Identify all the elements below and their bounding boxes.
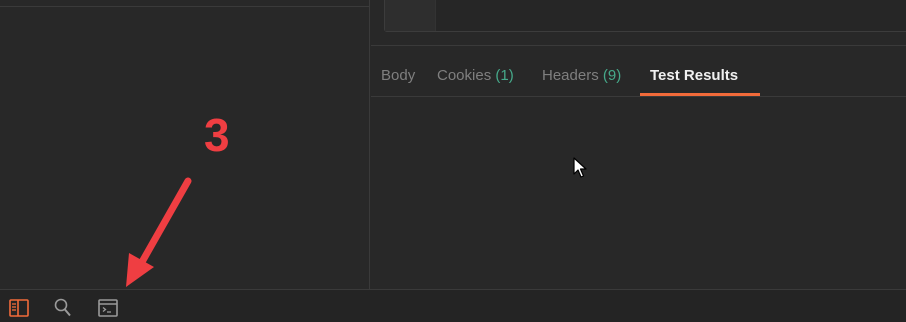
tab-headers-label: Headers: [542, 67, 599, 84]
tab-body-label: Body: [381, 67, 416, 84]
sidebar-divider: [0, 6, 369, 7]
request-editor[interactable]: [384, 0, 906, 32]
sidebar: [0, 0, 370, 289]
tab-headers-count: (9): [602, 67, 622, 84]
toggle-sidebar-icon[interactable]: [8, 297, 30, 319]
editor-gutter: [385, 0, 436, 31]
tab-body[interactable]: Body: [381, 46, 415, 96]
test-results-panel: [371, 97, 906, 289]
status-bar: [0, 289, 906, 322]
annotation-step-number: 3: [204, 109, 230, 161]
app-window: Body Cookies (1) Headers (9) Test Result…: [0, 0, 906, 322]
mouse-cursor-icon: [573, 157, 587, 178]
tab-headers[interactable]: Headers (9): [542, 46, 621, 96]
search-icon[interactable]: [52, 297, 74, 319]
tab-cookies-label: Cookies: [437, 67, 492, 84]
tab-test-results[interactable]: Test Results: [639, 46, 761, 96]
response-tabs: Body Cookies (1) Headers (9) Test Result…: [371, 46, 906, 97]
tab-cookies[interactable]: Cookies (1): [437, 46, 514, 96]
tab-cookies-count: (1): [495, 67, 514, 84]
main-pane: Body Cookies (1) Headers (9) Test Result…: [371, 0, 906, 289]
console-icon[interactable]: [97, 297, 119, 319]
tab-test-results-label: Test Results: [650, 67, 739, 84]
